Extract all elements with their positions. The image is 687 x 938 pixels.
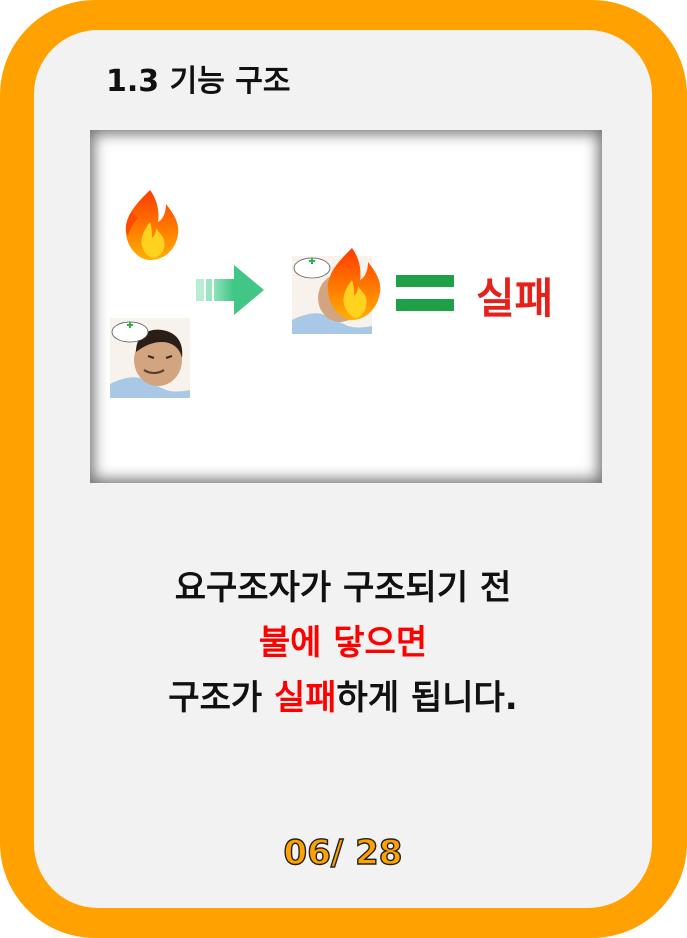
person-icon bbox=[110, 318, 190, 398]
description-line-3-accent: 실패 bbox=[273, 678, 337, 718]
result-label: 실패 bbox=[476, 274, 554, 323]
description-line-2: 불에 닿으면 bbox=[258, 623, 428, 663]
arrow-right-icon bbox=[196, 265, 264, 315]
diagram-frame: 실패 bbox=[90, 130, 602, 483]
description-line-3-end: 하게 됩니다. bbox=[336, 678, 518, 718]
equals-icon bbox=[396, 275, 454, 311]
page-indicator: 06/ 28 bbox=[283, 832, 403, 873]
description-line-3: 구조가 실패하게 됩니다. bbox=[34, 670, 652, 719]
description-line-1: 요구조자가 구조되기 전 bbox=[174, 568, 512, 608]
section-title: 1.3 기능 구조 bbox=[106, 64, 291, 99]
fire-icon bbox=[125, 190, 179, 260]
person-on-fire-icon bbox=[292, 248, 381, 334]
description-line-3-start: 구조가 bbox=[168, 678, 274, 718]
